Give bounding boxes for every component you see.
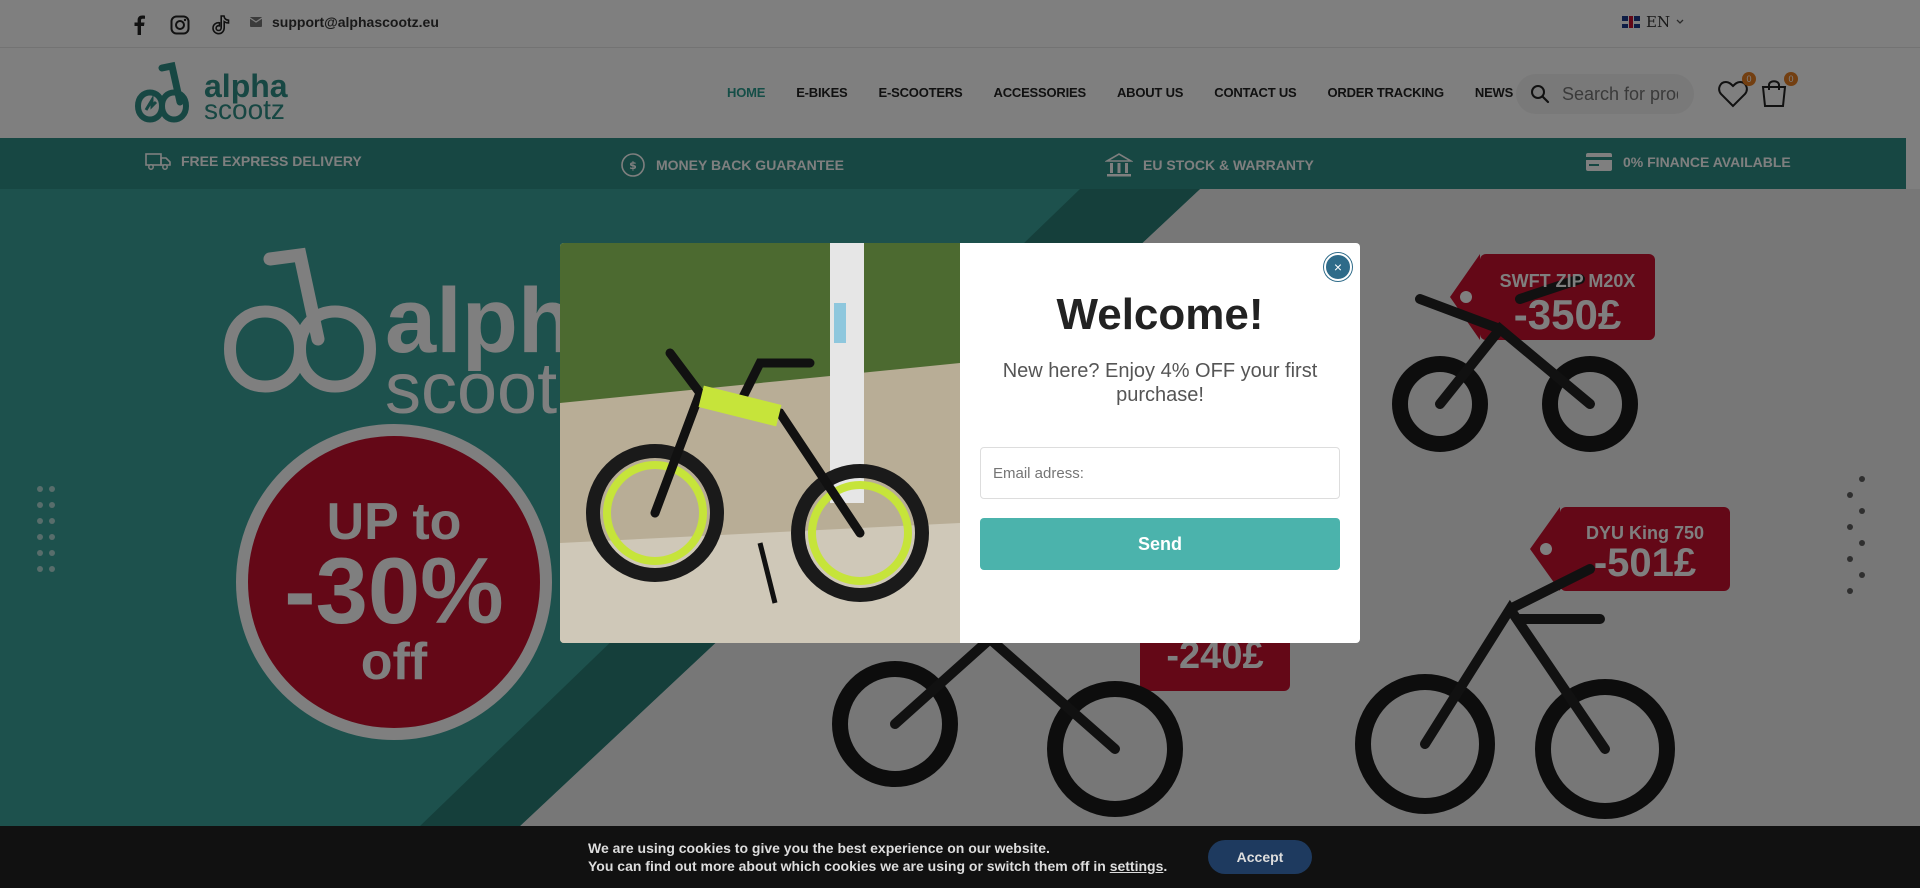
popup-title: Welcome! (1056, 290, 1264, 339)
cookie-line2-text: You can find out more about which cookie… (588, 858, 1110, 874)
cookie-message: We are using cookies to give you the bes… (588, 839, 1167, 875)
email-field[interactable] (980, 447, 1340, 499)
cookie-line2-end: . (1163, 858, 1168, 874)
cookie-consent-bar: We are using cookies to give you the bes… (0, 826, 1920, 888)
popup-ebike-photo (560, 243, 960, 643)
popup-subtitle: New here? Enjoy 4% OFF your first purcha… (1002, 360, 1318, 406)
close-popup-button[interactable]: × (1324, 253, 1352, 281)
cookie-settings-link[interactable]: settings (1110, 858, 1164, 874)
accept-cookies-button[interactable]: Accept (1208, 840, 1312, 874)
cookie-message-line1: We are using cookies to give you the bes… (588, 840, 1050, 856)
welcome-popup: × Welcome! New here? Enjoy 4% OFF your f… (560, 243, 1360, 643)
send-button[interactable]: Send (980, 518, 1340, 570)
cookie-message-line2: You can find out more about which cookie… (588, 857, 1167, 875)
